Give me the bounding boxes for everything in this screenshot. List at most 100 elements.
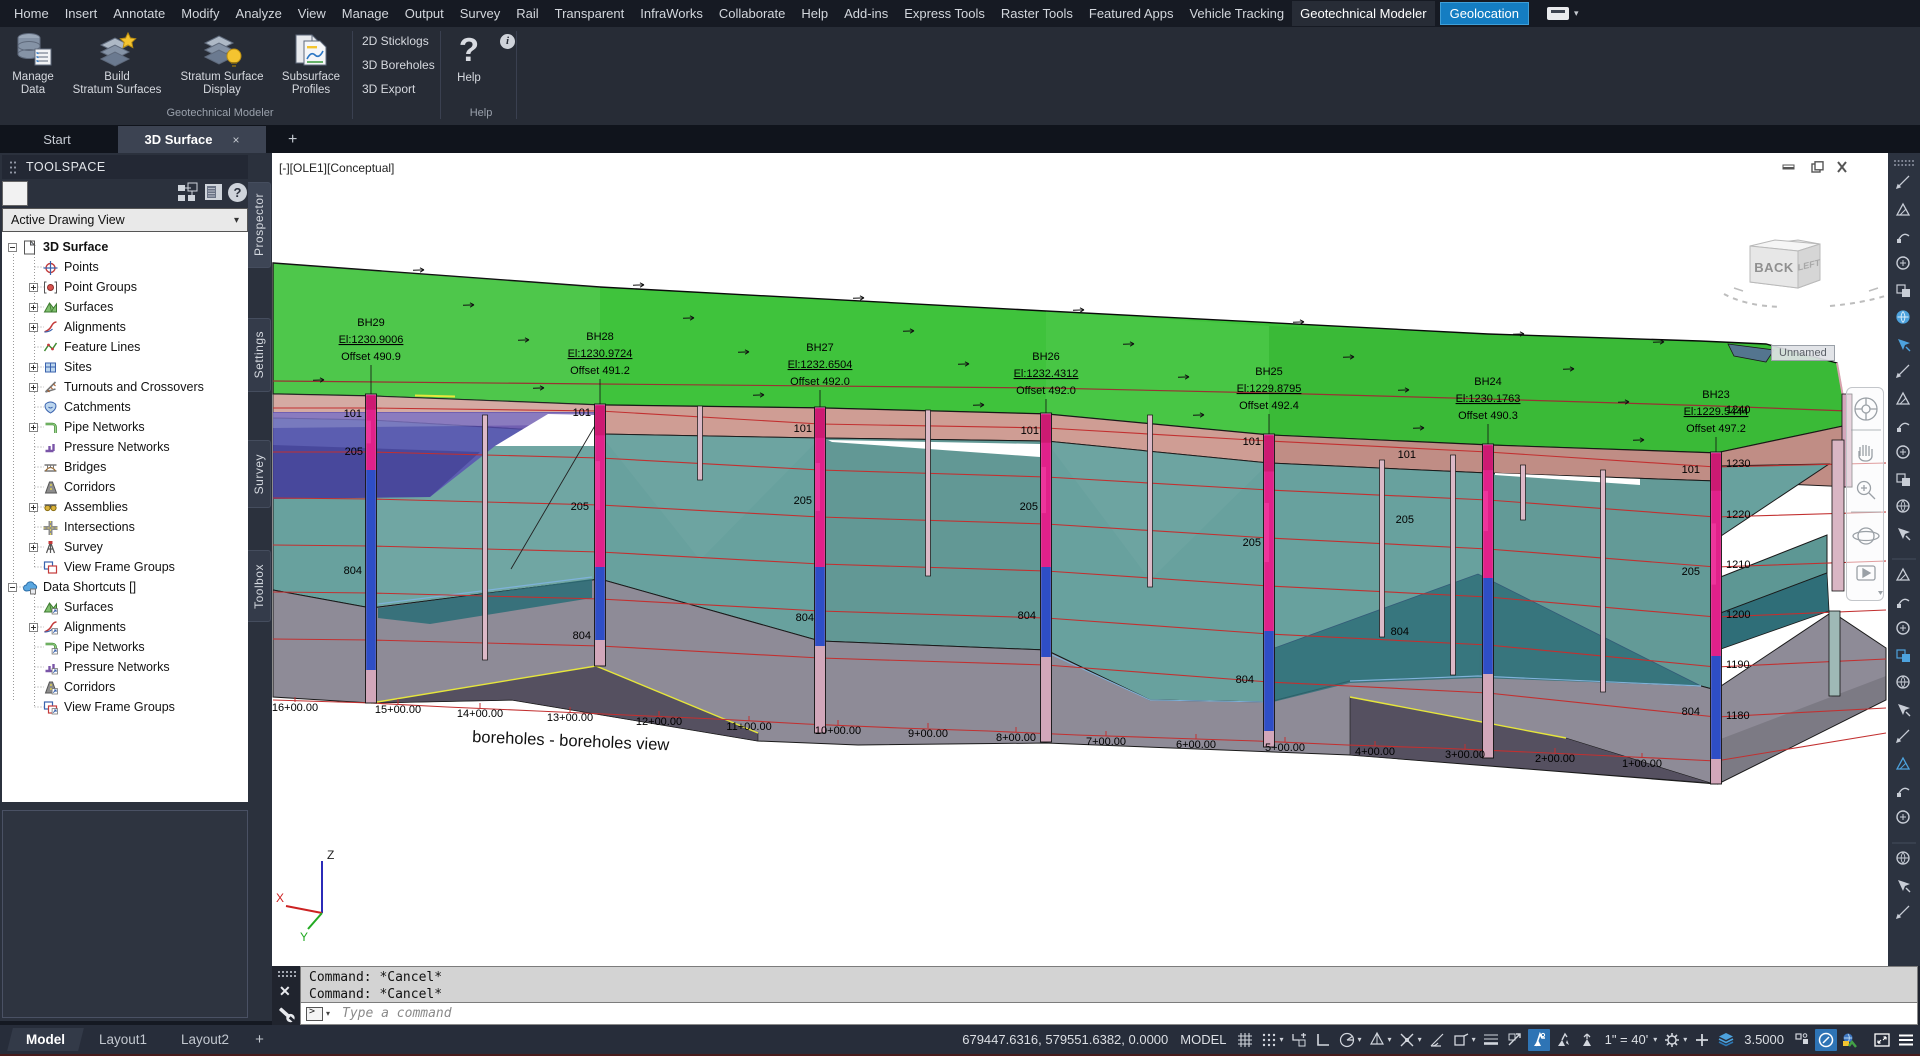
- showmotion-icon[interactable]: [1857, 566, 1875, 580]
- workspace-gear-icon[interactable]: [1661, 1029, 1683, 1051]
- model-space-button[interactable]: MODEL: [1175, 1032, 1231, 1047]
- ribbon-tab-output[interactable]: Output: [397, 1, 452, 26]
- tree-expander[interactable]: [29, 423, 38, 432]
- item-tree-toggle-icon[interactable]: [178, 183, 197, 201]
- tree-item-3d-surface[interactable]: 3D Surface: [8, 237, 108, 257]
- rect-tools-icon[interactable]: [1897, 569, 1909, 580]
- tree-item-pipe-networks[interactable]: Pipe Networks: [29, 417, 145, 437]
- z-line-icon[interactable]: [1897, 622, 1909, 634]
- tree-item-bridges[interactable]: Bridges: [29, 457, 106, 477]
- autosnap-icon-caret[interactable]: ▾: [1418, 1035, 1422, 1044]
- ribbon-tab-infraworks[interactable]: InfraWorks: [632, 1, 711, 26]
- ribbon-tab-insert[interactable]: Insert: [57, 1, 106, 26]
- tree-item-feature-lines[interactable]: Feature Lines: [29, 337, 140, 357]
- angle-tool-icon[interactable]: [1897, 599, 1909, 608]
- tree-expander[interactable]: [29, 503, 38, 512]
- help-button[interactable]: ? Help: [448, 31, 490, 84]
- tree-item-survey[interactable]: Survey: [29, 537, 103, 557]
- viewport-close-icon[interactable]: [1838, 162, 1846, 172]
- annotation-scale-person-icon[interactable]: [1576, 1029, 1598, 1051]
- draw-flag-icon[interactable]: [1897, 257, 1909, 269]
- clean-screen-icon[interactable]: [1871, 1029, 1893, 1051]
- ribbon-tab-add-ins[interactable]: Add-ins: [836, 1, 896, 26]
- ui-squares-icon[interactable]: [1791, 1029, 1813, 1051]
- tree-expander[interactable]: [29, 283, 38, 292]
- customize-wrench-icon[interactable]: [272, 1003, 300, 1025]
- tree-item-alignments[interactable]: Alignments: [29, 617, 126, 637]
- toolspace-help-icon[interactable]: ?: [228, 183, 247, 202]
- ribbon-tab-featured-apps[interactable]: Featured Apps: [1081, 1, 1182, 26]
- tree-item-intersections[interactable]: Intersections: [29, 517, 135, 537]
- viewport-minimize-icon[interactable]: [1783, 165, 1794, 169]
- toolspace-grip[interactable]: [9, 160, 17, 174]
- ribbon-tab-help[interactable]: Help: [793, 1, 836, 26]
- transparency-icon[interactable]: [1504, 1029, 1526, 1051]
- tree-item-corridors[interactable]: Corridors: [29, 677, 115, 697]
- info-icon[interactable]: i: [500, 34, 515, 49]
- isolate-objects-icon[interactable]: [1815, 1029, 1837, 1051]
- ribbon-tab-express-tools[interactable]: Express Tools: [896, 1, 993, 26]
- new-file-tab-button[interactable]: +: [288, 131, 297, 153]
- command-dock-grip[interactable]: [277, 970, 296, 977]
- tree-item-turnouts-and-crossovers[interactable]: Turnouts and Crossovers: [29, 377, 204, 397]
- annotation-angle-icon[interactable]: [1426, 1029, 1448, 1051]
- toolspace-title-bar[interactable]: TOOLSPACE: [2, 155, 248, 179]
- draw-arc-icon[interactable]: [1897, 234, 1909, 243]
- toolspace-tool-button[interactable]: [2, 181, 28, 206]
- zoom-icon[interactable]: [1858, 482, 1876, 500]
- file-tab-3d-surface[interactable]: 3D Surface×: [118, 126, 266, 153]
- tree-item-sites[interactable]: Sites: [29, 357, 92, 377]
- tree-item-assemblies[interactable]: Assemblies: [29, 497, 128, 517]
- ribbon-tab-home[interactable]: Home: [6, 1, 57, 26]
- tree-item-surfaces[interactable]: Surfaces: [29, 597, 113, 617]
- tree-expander[interactable]: [29, 323, 38, 332]
- annotation-scale-value[interactable]: 1" = 40': [1600, 1032, 1654, 1047]
- draw-triangle-icon[interactable]: [1897, 204, 1909, 215]
- ortho-mode-icon[interactable]: [1312, 1029, 1334, 1051]
- star-hash-icon[interactable]: [1897, 365, 1909, 377]
- ribbon-tab-manage[interactable]: Manage: [334, 1, 397, 26]
- workspace-gear-icon-caret[interactable]: ▾: [1683, 1035, 1687, 1044]
- customization-menu-icon[interactable]: [1895, 1029, 1917, 1051]
- person-hash-icon[interactable]: [1897, 811, 1909, 823]
- command-close-icon[interactable]: ✕: [279, 983, 291, 1000]
- snap-mode-icon-caret[interactable]: ▾: [1280, 1035, 1284, 1044]
- view-selector-dropdown[interactable]: Active Drawing View ▾: [2, 208, 248, 232]
- ribbon-display-toggle[interactable]: ▾: [1547, 7, 1579, 20]
- tree-item-view-frame-groups[interactable]: View Frame Groups: [29, 697, 175, 717]
- tree-expander[interactable]: [29, 623, 38, 632]
- ribbon-tab-geotechnical-modeler[interactable]: Geotechnical Modeler: [1292, 1, 1434, 26]
- tree-item-alignments[interactable]: Alignments: [29, 317, 126, 337]
- lod-cube-icon[interactable]: [1715, 1029, 1737, 1051]
- ribbon-tab-collaborate[interactable]: Collaborate: [711, 1, 794, 26]
- viewcube[interactable]: BACKLEFT: [1720, 220, 1888, 315]
- viewport-restore-icon[interactable]: [1812, 162, 1823, 172]
- ribbon-tab-survey[interactable]: Survey: [452, 1, 508, 26]
- star-target-icon[interactable]: [1897, 906, 1909, 918]
- tree-expander[interactable]: [8, 243, 17, 252]
- ribbon-tab-modify[interactable]: Modify: [173, 1, 227, 26]
- snap-mode-icon[interactable]: [1258, 1029, 1280, 1051]
- toolspace-tab-toolbox[interactable]: Toolbox: [248, 550, 271, 622]
- navbar-menu-caret[interactable]: [1878, 591, 1883, 595]
- autosnap-icon[interactable]: [1396, 1029, 1418, 1051]
- object-snap-icon[interactable]: [1450, 1029, 1472, 1051]
- tree-item-points[interactable]: Points: [29, 257, 99, 277]
- polar-tracking-icon-caret[interactable]: ▾: [1358, 1035, 1362, 1044]
- ribbon-tab-view[interactable]: View: [290, 1, 334, 26]
- tree-item-pressure-networks[interactable]: Pressure Networks: [29, 657, 170, 677]
- ribbon-tab-raster-tools[interactable]: Raster Tools: [993, 1, 1081, 26]
- cursor-walk-icon[interactable]: [1897, 758, 1909, 769]
- protractor-icon[interactable]: [1897, 500, 1909, 512]
- tree-expander[interactable]: [29, 303, 38, 312]
- sheets-grid-icon[interactable]: [1897, 285, 1910, 297]
- cursor-funnel-icon[interactable]: [1898, 528, 1910, 540]
- grid-dots-icon[interactable]: [1897, 730, 1909, 742]
- manage-data-button[interactable]: ManageData: [1, 31, 65, 121]
- ribbon-button-2d-sticklogs[interactable]: 2D Sticklogs: [362, 32, 429, 50]
- ribbon-tab-transparent[interactable]: Transparent: [547, 1, 633, 26]
- orbit-icon[interactable]: [1853, 528, 1879, 544]
- command-history[interactable]: Command: *Cancel* Command: *Cancel*: [300, 966, 1918, 1003]
- new-layout-button[interactable]: +: [255, 1031, 264, 1048]
- ribbon-button-3d-export[interactable]: 3D Export: [362, 80, 415, 98]
